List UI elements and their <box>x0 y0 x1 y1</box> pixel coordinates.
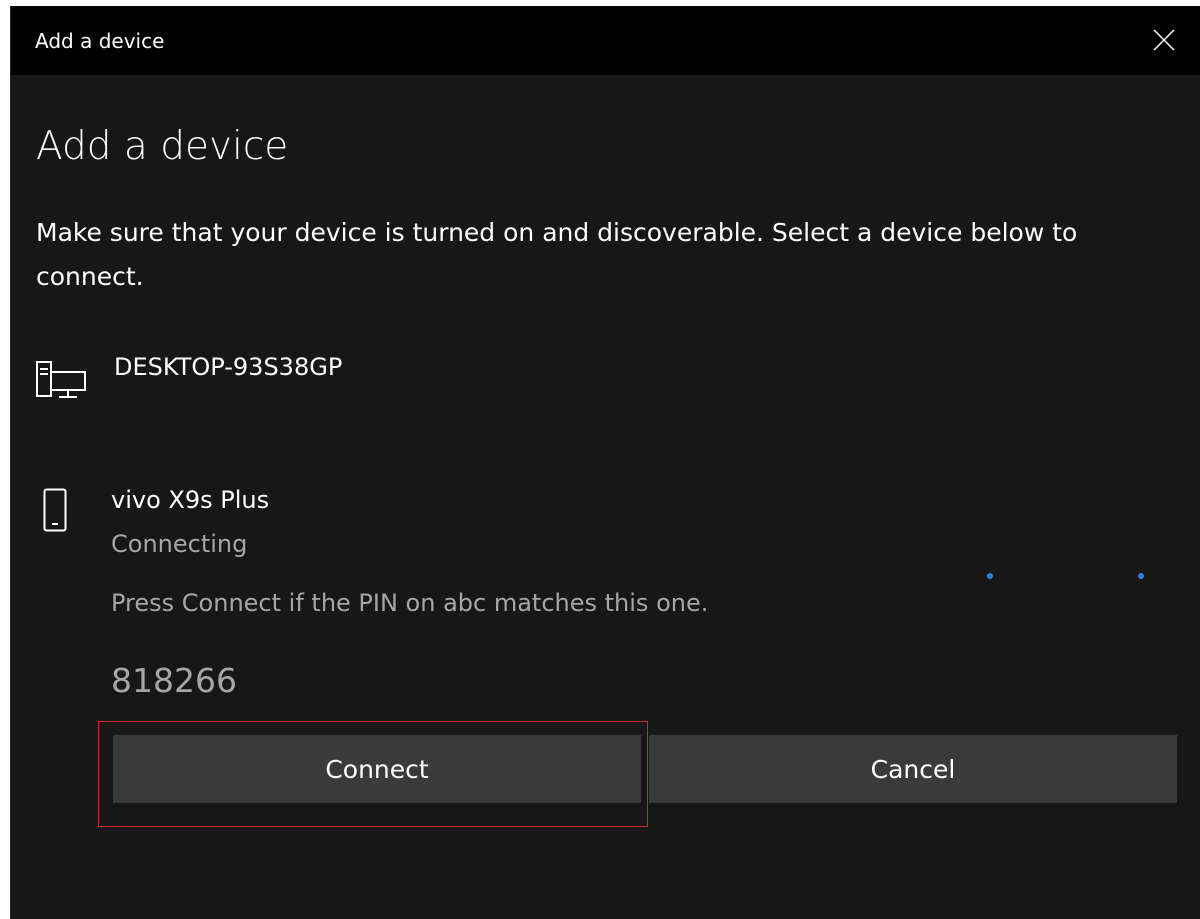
pin-code: 818266 <box>111 661 237 700</box>
phone-icon <box>43 488 67 532</box>
cancel-button[interactable]: Cancel <box>649 735 1177 803</box>
device-item-desktop[interactable]: DESKTOP-93S38GP <box>11 342 1200 402</box>
close-button[interactable] <box>1144 20 1184 60</box>
device-name: DESKTOP-93S38GP <box>114 353 343 381</box>
add-device-dialog: Add a device Add a device Make sure that… <box>10 6 1200 919</box>
window-title: Add a device <box>35 29 165 53</box>
progress-dot-icon <box>1138 573 1144 579</box>
progress-dot-icon <box>987 573 993 579</box>
instructions-text: Make sure that your device is turned on … <box>36 218 1078 291</box>
device-item-phone[interactable]: vivo X9s Plus Connecting <box>11 476 1200 586</box>
connection-status: Connecting <box>111 530 248 558</box>
pin-prompt: Press Connect if the PIN on abc matches … <box>111 589 709 617</box>
title-bar: Add a device <box>11 6 1200 75</box>
page-title: Add a device <box>36 124 289 169</box>
close-icon <box>1153 29 1175 51</box>
device-name: vivo X9s Plus <box>111 486 270 514</box>
connect-button[interactable]: Connect <box>113 735 641 803</box>
desktop-computer-icon <box>36 361 86 398</box>
